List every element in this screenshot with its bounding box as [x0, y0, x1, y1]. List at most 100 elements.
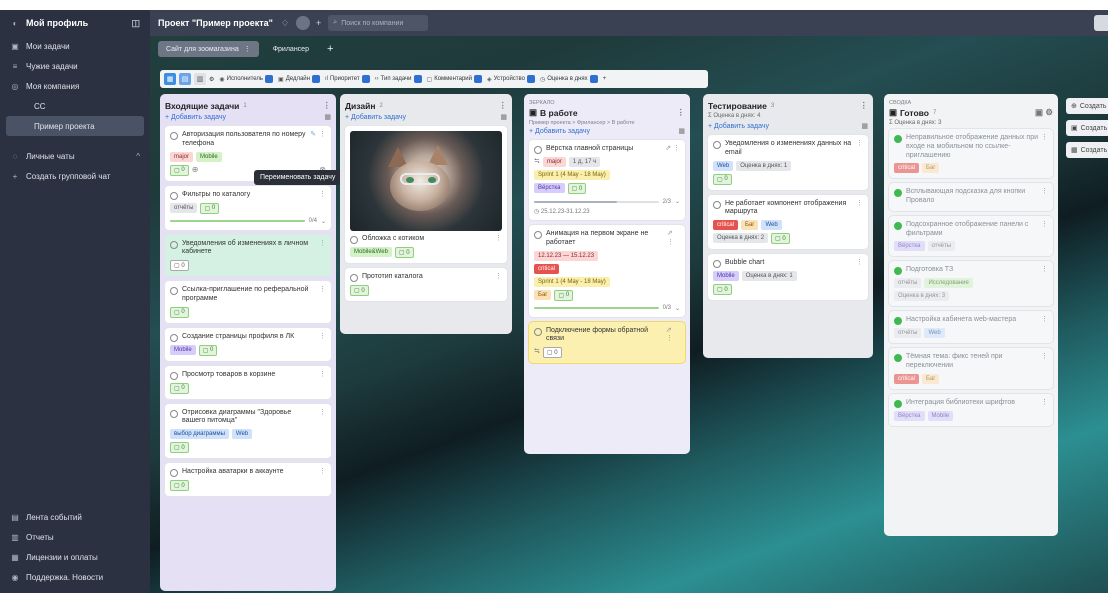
sidebar-item-example-project[interactable]: Пример проекта — [6, 116, 144, 136]
card-menu-icon[interactable]: ⋮ — [316, 286, 326, 304]
done-checkbox[interactable] — [894, 354, 902, 363]
card-menu-icon[interactable]: ⋮ — [492, 273, 502, 282]
add-task-button[interactable]: + Добавить задачу ▦ — [708, 122, 868, 131]
complete-checkbox[interactable] — [350, 236, 358, 244]
card-menu-icon[interactable]: ⋮ — [853, 259, 863, 268]
card-menu-icon[interactable]: ⋮ — [316, 240, 326, 258]
create-mirror-button[interactable]: ▣ Создать — [1066, 120, 1108, 136]
column-title[interactable]: ▣ В работе ⋮ — [529, 107, 685, 118]
view-board-button[interactable]: ▦ — [164, 73, 176, 85]
comment-count[interactable]: ▢ 0 — [170, 306, 189, 318]
column-menu-icon[interactable]: ⋮ — [499, 100, 508, 111]
card-menu-icon[interactable]: ⋮ — [1038, 266, 1048, 275]
complete-checkbox[interactable] — [713, 200, 721, 209]
complete-checkbox[interactable] — [534, 327, 542, 336]
card-menu-icon[interactable]: ⋮ — [316, 191, 326, 200]
add-task-button[interactable]: + Добавить задачу ▦ — [165, 113, 331, 122]
comment-count[interactable]: ▢ 0 — [771, 233, 790, 244]
task-card[interactable]: Просмотр товаров в корзине ⋮ ▢ 0 — [165, 365, 331, 399]
tab-petshop-site[interactable]: Сайт для зоомагазина ⋮ — [158, 41, 259, 57]
column-title[interactable]: ▣ Готово 7 ▣ ⚙ — [889, 107, 1053, 118]
task-card[interactable]: Подсохранное отображение панели с фильтр… — [889, 215, 1053, 257]
complete-checkbox[interactable] — [350, 274, 358, 282]
complete-checkbox[interactable] — [534, 231, 542, 239]
column-title[interactable]: Тестирование 3 ⋮ — [708, 100, 868, 111]
bell-icon[interactable]: ♢ — [281, 18, 289, 29]
comment-count[interactable]: ▢ 0 — [350, 285, 369, 296]
column-menu-icon[interactable]: ⋮ — [677, 107, 686, 118]
task-card[interactable]: Обложка с котиком ⋮ Mobile&Web ▢ 0 — [345, 126, 507, 263]
search-input[interactable]: ⌕ Поиск по компании — [328, 15, 429, 31]
done-checkbox[interactable] — [894, 135, 902, 143]
mirror-path[interactable]: Пример проекта > Фрилансер > В работе — [529, 120, 685, 126]
comment-count[interactable]: ▢ 0 — [713, 284, 732, 295]
card-menu-icon[interactable]: ⋮ — [1038, 316, 1048, 325]
card-menu-icon[interactable]: ⇗ ⋮ — [664, 230, 680, 248]
sidebar-item-my-tasks[interactable]: ▣ Мои задачи — [0, 36, 150, 56]
done-checkbox[interactable] — [894, 221, 902, 230]
card-menu-icon[interactable]: ⋮ — [1038, 221, 1048, 239]
column-title[interactable]: Дизайн 2 ⋮ — [345, 100, 507, 111]
sidebar-create-group-chat[interactable]: + Создать групповой чат — [0, 166, 150, 186]
comment-count[interactable]: ▢ 0 — [198, 344, 218, 356]
done-checkbox[interactable] — [894, 267, 902, 276]
task-card[interactable]: Создание страницы профиля в ЛК ⋮ Mobile ▢ … — [165, 327, 331, 361]
card-menu-icon[interactable]: ⇗ ⋮ — [662, 145, 680, 154]
complete-checkbox[interactable] — [170, 287, 178, 295]
done-checkbox[interactable] — [894, 317, 902, 326]
done-checkbox[interactable] — [894, 189, 902, 198]
chevron-down-icon[interactable]: ⌄ — [321, 218, 326, 225]
card-menu-icon[interactable]: ⋮ — [316, 333, 326, 342]
filter-deadline[interactable]: ▣ Дедлайн — [278, 75, 320, 83]
view-table-button[interactable]: ▥ — [194, 73, 206, 85]
card-menu-icon[interactable]: ⋮ — [316, 371, 326, 380]
task-card[interactable]: Bubble chart ⋮ Mobile Оценка в днях: 1 ▢ 0 — [708, 254, 868, 300]
comment-count[interactable]: ▢ 0 — [170, 442, 189, 453]
task-card[interactable]: Не работает компонент отображения маршру… — [708, 194, 868, 249]
assignee-add-icon[interactable]: ⊕ — [192, 165, 199, 176]
task-card[interactable]: Анимация на первом экране не работает ⇗ ⋮… — [529, 225, 685, 317]
comment-count[interactable]: ▢ 0 — [170, 382, 189, 394]
task-card[interactable]: Подключение формы обратной связи ⇗ ⋮ ≒ ▢ 0 — [529, 321, 685, 363]
sidebar-item-licenses[interactable]: ▦ Лицензии и оплаты — [0, 547, 150, 567]
complete-checkbox[interactable] — [534, 146, 542, 154]
task-card[interactable]: Неправильное отображение данных при вход… — [889, 129, 1053, 179]
complete-checkbox[interactable] — [170, 191, 178, 200]
task-card[interactable]: Всплывающая подсказка для кнопки Провало… — [889, 183, 1053, 211]
card-menu-icon[interactable]: ⋮ — [316, 468, 326, 477]
complete-checkbox[interactable] — [170, 333, 178, 342]
create-column-button[interactable]: ⊕ Создать — [1066, 98, 1108, 114]
comment-count[interactable]: ▢ 0 — [713, 173, 732, 185]
task-card[interactable]: Подготовка ТЗ ⋮ отчёты Исследование Оценка… — [889, 261, 1053, 307]
card-menu-icon[interactable]: ⋮ — [1038, 399, 1048, 408]
add-tab-button[interactable]: + — [327, 43, 333, 55]
task-card[interactable]: Тёмная тема: фикс теней при переключении… — [889, 348, 1053, 389]
create-summary-button[interactable]: ▦ Создать — [1066, 142, 1108, 158]
add-filter-button[interactable]: + — [603, 76, 607, 82]
sidebar-item-support[interactable]: ◉ Поддержка. Новости — [0, 567, 150, 587]
sidebar-item-cc[interactable]: СС — [0, 96, 150, 116]
complete-checkbox[interactable] — [170, 409, 178, 418]
add-task-button[interactable]: + Добавить задачу ▦ — [345, 113, 507, 122]
plus-icon[interactable]: + — [316, 18, 321, 28]
project-title[interactable]: Проект "Пример проекта" — [158, 18, 273, 28]
filter-device[interactable]: ◈ Устройство — [487, 75, 536, 83]
filter-estimate[interactable]: ◷ Оценка в днях — [540, 75, 598, 83]
sidebar-item-chats[interactable]: ◌ Личные чаты ^ — [0, 146, 150, 166]
chevron-down-icon[interactable]: ⌄ — [675, 198, 680, 205]
grid-icon[interactable]: ▦ — [678, 127, 685, 135]
done-checkbox[interactable] — [894, 399, 902, 408]
sidebar-profile[interactable]: ◐ Мой профиль ◫ — [0, 10, 150, 36]
complete-checkbox[interactable] — [713, 260, 721, 268]
card-menu-icon[interactable]: ⋮ — [492, 235, 502, 244]
task-card[interactable]: Интеграция библиотеки шрифтов ⋮ Вёрстка Mo… — [889, 393, 1053, 426]
column-menu-icon[interactable]: ⋮ — [860, 100, 869, 111]
chevron-down-icon[interactable]: ⌄ — [675, 305, 680, 312]
collapse-icon[interactable]: ◫ — [131, 18, 140, 29]
task-card[interactable]: Настройка кабинета web-мастера ⋮ отчёты We… — [889, 311, 1053, 344]
complete-checkbox[interactable] — [170, 371, 178, 380]
card-menu-icon[interactable]: ⋮ — [853, 140, 863, 158]
card-menu-icon[interactable]: ⋮ — [1038, 188, 1048, 206]
card-menu-icon[interactable]: ⇗ ⋮ — [663, 327, 680, 345]
filter-comment[interactable]: ▢ Комментарий — [427, 75, 482, 83]
